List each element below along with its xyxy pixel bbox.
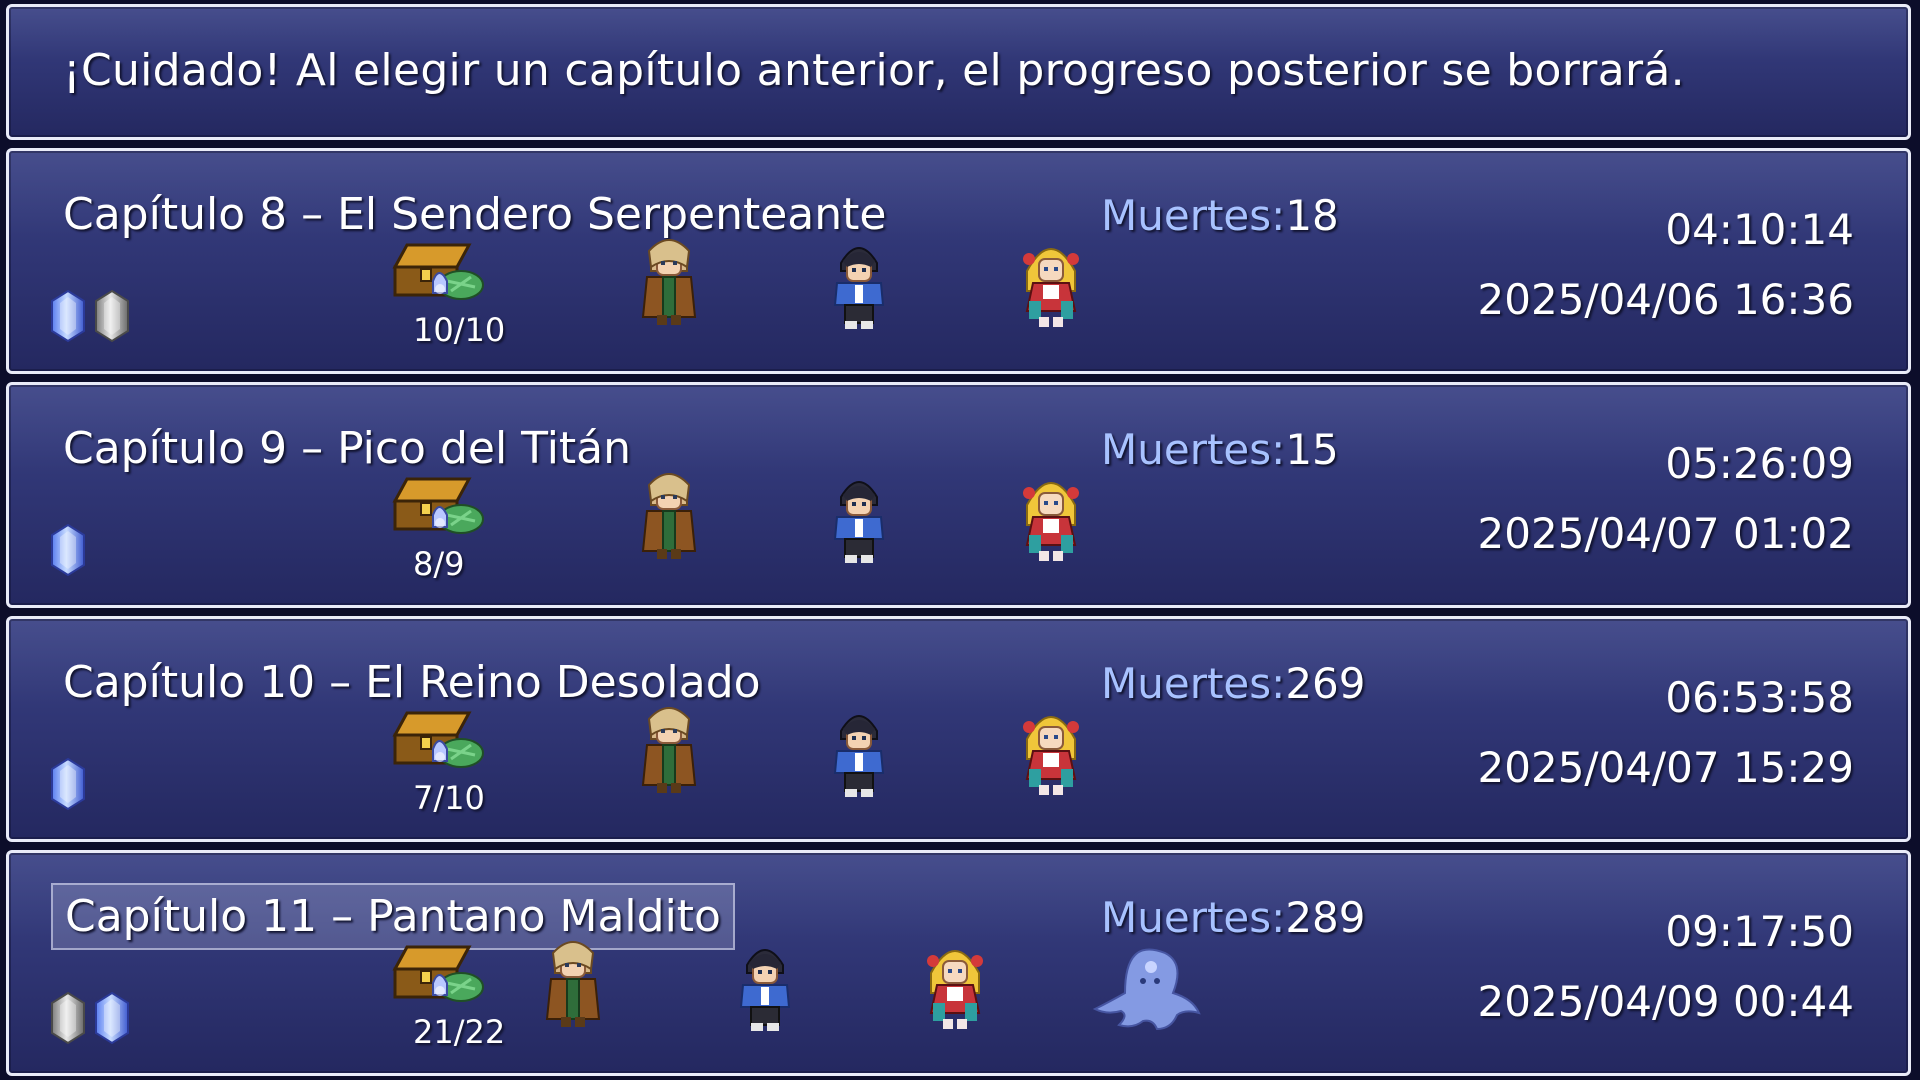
save-datetime: 2025/04/07 01:02 (1477, 509, 1854, 558)
treasure-chest-icon (391, 237, 491, 311)
deaths-value: 289 (1285, 893, 1366, 942)
chapter-title: Capítulo 9 – Pico del Titán (63, 423, 632, 474)
playtime: 05:26:09 (1665, 439, 1854, 488)
treasure-counter: 21/22 (413, 1013, 506, 1051)
treasure-chest-icon (391, 705, 491, 779)
warning-text: ¡Cuidado! Al elegir un capítulo anterior… (63, 45, 1685, 96)
blue-jacket-character-icon (727, 935, 803, 1035)
crystal-gems (49, 991, 131, 1045)
save-datetime: 2025/04/09 00:44 (1477, 977, 1854, 1026)
save-datetime: 2025/04/07 15:29 (1477, 743, 1854, 792)
gray-crystal-icon (93, 289, 131, 343)
deaths-counter: Muertes:269 (1101, 659, 1365, 708)
crystal-gems (49, 289, 131, 343)
deaths-counter: Muertes:15 (1101, 425, 1339, 474)
deaths-value: 18 (1285, 191, 1339, 240)
crystal-gems (49, 523, 87, 577)
deaths-counter: Muertes:18 (1101, 191, 1339, 240)
blue-jacket-character-icon (821, 701, 897, 801)
save-datetime: 2025/04/06 16:36 (1477, 275, 1854, 324)
treasure-counter: 7/10 (413, 779, 485, 817)
blue-crystal-icon (49, 289, 87, 343)
deaths-label: Muertes: (1101, 893, 1286, 942)
treasure-chest-icon (391, 471, 491, 545)
chapter-title: Capítulo 8 – El Sendero Serpenteante (63, 189, 887, 240)
deaths-counter: Muertes:289 (1101, 893, 1365, 942)
blue-jacket-character-icon (821, 233, 897, 333)
playtime: 04:10:14 (1665, 205, 1854, 254)
chapter-slot-8[interactable]: Capítulo 8 – El Sendero Serpenteante Mue… (6, 148, 1911, 374)
crystal-gems (49, 757, 87, 811)
playtime: 09:17:50 (1665, 907, 1854, 956)
ghost-creature-icon (1085, 933, 1205, 1033)
deaths-value: 15 (1285, 425, 1339, 474)
chapter-slot-10[interactable]: Capítulo 10 – El Reino Desolado Muertes:… (6, 616, 1911, 842)
gray-crystal-icon (49, 991, 87, 1045)
chapter-select-screen: ¡Cuidado! Al elegir un capítulo anterior… (0, 0, 1920, 1080)
blue-jacket-character-icon (821, 467, 897, 567)
blonde-girl-character-icon (917, 933, 993, 1033)
chapter-slot-9[interactable]: Capítulo 9 – Pico del Titán Muertes:15 0… (6, 382, 1911, 608)
deaths-label: Muertes: (1101, 425, 1286, 474)
brown-coat-character-icon (535, 929, 611, 1029)
blue-crystal-icon (93, 991, 131, 1045)
help-window: ¡Cuidado! Al elegir un capítulo anterior… (6, 4, 1911, 140)
brown-coat-character-icon (631, 461, 707, 561)
treasure-chest-icon (391, 939, 491, 1013)
blonde-girl-character-icon (1013, 465, 1089, 565)
brown-coat-character-icon (631, 695, 707, 795)
deaths-label: Muertes: (1101, 191, 1286, 240)
blonde-girl-character-icon (1013, 699, 1089, 799)
blue-crystal-icon (49, 757, 87, 811)
blonde-girl-character-icon (1013, 231, 1089, 331)
treasure-counter: 10/10 (413, 311, 506, 349)
brown-coat-character-icon (631, 227, 707, 327)
playtime: 06:53:58 (1665, 673, 1854, 722)
treasure-counter: 8/9 (413, 545, 465, 583)
blue-crystal-icon (49, 523, 87, 577)
chapter-slot-11[interactable]: Capítulo 11 – Pantano Maldito Muertes:28… (6, 850, 1911, 1076)
deaths-value: 269 (1285, 659, 1366, 708)
deaths-label: Muertes: (1101, 659, 1286, 708)
